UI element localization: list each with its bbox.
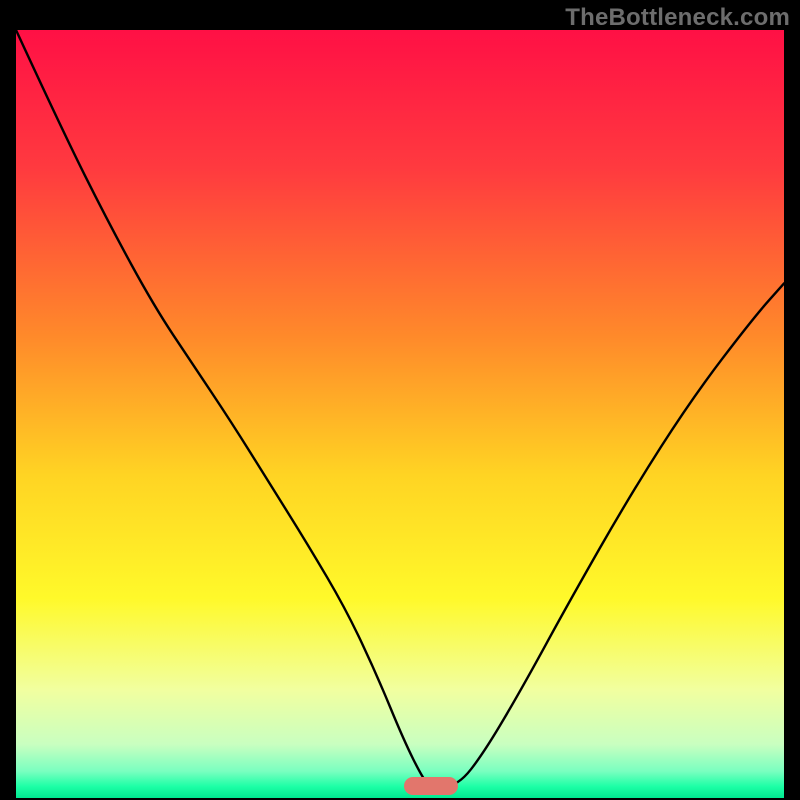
bottleneck-curve <box>16 30 784 798</box>
plot-area <box>16 30 784 798</box>
optimal-range-marker <box>404 777 458 795</box>
watermark-text: TheBottleneck.com <box>565 4 790 32</box>
chart-frame <box>16 30 784 798</box>
